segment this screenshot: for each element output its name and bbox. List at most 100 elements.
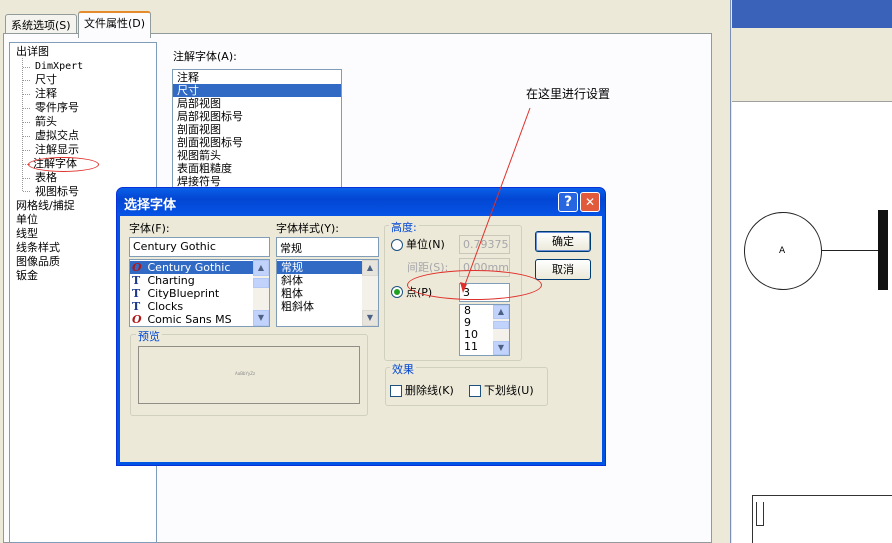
close-icon[interactable]: ✕ (580, 192, 600, 212)
tree-branch (23, 150, 30, 151)
font-option[interactable]: T Clocks (130, 300, 253, 313)
effects-label: 效果 (390, 361, 416, 377)
tree-item-arrows[interactable]: 箭头 (35, 115, 57, 128)
tab-document-properties[interactable]: 文件属性(D) (78, 11, 152, 38)
tree-item-grid-snap[interactable]: 网格线/捕捉 (16, 199, 75, 212)
tree-branch (23, 122, 30, 123)
unit-radio[interactable] (391, 239, 403, 251)
strikeout-label: 删除线(K) (405, 384, 454, 397)
dialog-body: 字体(F): Century Gothic O Century Gothic T… (120, 216, 602, 462)
callout-text: 在这里进行设置 (526, 87, 611, 101)
drawing-area[interactable]: A (732, 0, 892, 543)
drawing-band (732, 28, 892, 102)
tree-branch (23, 94, 30, 95)
scroll-down-icon[interactable]: ▼ (362, 310, 378, 326)
underline-checkbox[interactable] (469, 385, 481, 397)
point-list-scrollbar[interactable]: ▲ ▼ (493, 305, 509, 355)
tree-item-annotation-display[interactable]: 注解显示 (35, 143, 79, 156)
preview-sample: AaBbYyZz (235, 371, 256, 376)
dialog-titlebar[interactable]: 选择字体 ? ✕ (117, 188, 605, 216)
strikeout-checkbox[interactable] (390, 385, 402, 397)
font-label: 字体(F): (129, 222, 170, 235)
font-option[interactable]: O Comic Sans MS (130, 313, 253, 326)
tree-item-tables[interactable]: 表格 (35, 171, 57, 184)
tree-item-dimxpert[interactable]: DimXpert (35, 60, 83, 73)
tree-item-image-quality[interactable]: 图像品质 (16, 255, 60, 268)
style-option[interactable]: 斜体 (277, 274, 362, 287)
point-list[interactable]: 8 9 10 11 ▲ ▼ (459, 304, 510, 356)
font-option-selected[interactable]: O Century Gothic (130, 261, 253, 274)
frame-line (752, 495, 892, 543)
scroll-down-icon[interactable]: ▼ (493, 341, 509, 355)
leader-line (822, 250, 879, 251)
opentype-icon: O (132, 261, 142, 274)
truetype-icon: T (132, 300, 141, 313)
drawing-toolbar (732, 0, 892, 28)
highlight-ellipse (407, 270, 542, 300)
font-input[interactable]: Century Gothic (129, 237, 270, 257)
cancel-button[interactable]: 取消 (535, 259, 591, 280)
height-group-label: 高度: (389, 219, 419, 235)
preview-label: 预览 (136, 328, 162, 344)
opentype-icon: O (132, 313, 142, 326)
annotation-font-label: 注解字体(A): (173, 50, 237, 63)
underline-label: 下划线(U) (484, 384, 534, 397)
part-edge (878, 210, 888, 290)
list-item[interactable]: 剖面视图标号 (173, 136, 341, 149)
tree-branch (23, 67, 30, 68)
tree-item-units[interactable]: 单位 (16, 213, 38, 226)
style-label: 字体样式(Y): (276, 222, 340, 235)
list-item-selected[interactable]: 尺寸 (173, 84, 341, 97)
list-item[interactable]: 局部视图标号 (173, 110, 341, 123)
tree-branch (23, 108, 30, 109)
scroll-thumb[interactable] (493, 321, 509, 329)
scroll-up-icon[interactable]: ▲ (253, 260, 269, 276)
tree-item-detailing[interactable]: 出详图 (16, 45, 49, 58)
style-input[interactable]: 常规 (276, 237, 379, 257)
annotation-font-list[interactable]: 注释 尺寸 局部视图 局部视图标号 剖面视图 剖面视图标号 视图箭头 表面粗糙度… (172, 69, 342, 189)
font-option[interactable]: T Charting (130, 274, 253, 287)
style-list[interactable]: 常规 斜体 粗体 粗斜体 ▲ ▼ (276, 259, 379, 327)
help-icon[interactable]: ? (558, 192, 578, 212)
highlight-ellipse (28, 157, 99, 172)
style-option[interactable]: 粗体 (277, 287, 362, 300)
list-item[interactable]: 注释 (173, 71, 341, 84)
tree-branch (23, 191, 30, 192)
font-list[interactable]: O Century Gothic T Charting T CityBluepr… (129, 259, 270, 327)
scroll-down-icon[interactable]: ▼ (253, 310, 269, 326)
dialog-title: 选择字体 (124, 198, 177, 213)
tree-item-dimensions[interactable]: 尺寸 (35, 73, 57, 86)
unit-input[interactable]: 0.79375m (459, 235, 510, 254)
tree-item-virtual-sharps[interactable]: 虚拟交点 (35, 129, 79, 142)
truetype-icon: T (132, 274, 141, 287)
style-option[interactable]: 粗斜体 (277, 300, 362, 313)
frame-marker (756, 502, 764, 526)
list-item[interactable]: 局部视图 (173, 97, 341, 110)
font-option[interactable]: T CityBlueprint (130, 287, 253, 300)
point-option[interactable]: 11 (460, 341, 493, 353)
scroll-thumb[interactable] (253, 278, 269, 288)
list-item[interactable]: 视图箭头 (173, 149, 341, 162)
scroll-up-icon[interactable]: ▲ (362, 260, 378, 276)
style-list-scrollbar[interactable]: ▲ ▼ (362, 260, 378, 326)
style-option-selected[interactable]: 常规 (277, 261, 362, 274)
tree-item-balloons[interactable]: 零件序号 (35, 101, 79, 114)
unit-label: 单位(N) (406, 238, 445, 251)
truetype-icon: T (132, 287, 141, 300)
ok-button[interactable]: 确定 (535, 231, 591, 252)
list-item[interactable]: 剖面视图 (173, 123, 341, 136)
tree-item-line-font[interactable]: 线型 (16, 227, 38, 240)
tree-branch (23, 136, 30, 137)
font-list-scrollbar[interactable]: ▲ ▼ (253, 260, 269, 326)
tree-item-sheet-metal[interactable]: 钣金 (16, 269, 38, 282)
point-radio[interactable] (391, 286, 403, 298)
balloon-label: A (779, 246, 786, 256)
tree-item-notes[interactable]: 注释 (35, 87, 57, 100)
tree-connector (22, 58, 23, 191)
tree-item-line-style[interactable]: 线条样式 (16, 241, 60, 254)
scroll-up-icon[interactable]: ▲ (493, 305, 509, 319)
tree-item-view-labels[interactable]: 视图标号 (35, 185, 79, 198)
list-item[interactable]: 表面粗糙度 (173, 162, 341, 175)
tree-branch (23, 178, 30, 179)
tree-branch (23, 80, 30, 81)
